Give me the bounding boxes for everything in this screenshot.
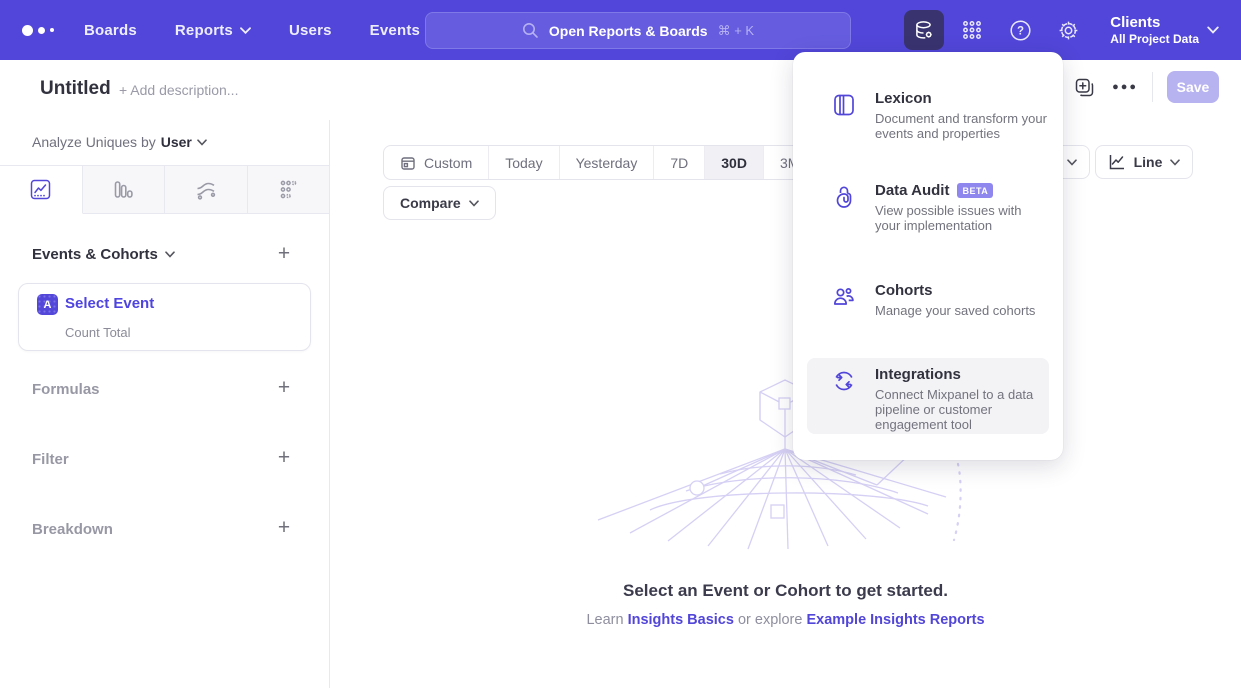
chevron-down-icon [1067,159,1077,166]
database-gear-icon [913,19,936,42]
count-type-selector[interactable]: Count Total [65,325,131,340]
chevron-down-icon [469,200,479,207]
search-shortcut: ⌘ + K [718,23,755,39]
chart-type-tabs [0,165,329,214]
search-placeholder: Open Reports & Boards [549,23,708,39]
grid-dots-icon [961,19,983,41]
date-range-yesterday[interactable]: Yesterday [560,146,655,179]
date-range-custom[interactable]: Custom [384,146,489,179]
analyze-selector: Analyze Uniques by User [32,134,207,150]
add-formula-button[interactable]: + [275,379,293,397]
search-icon [522,22,539,39]
date-range-7d[interactable]: 7D [654,146,705,179]
tab-bar-chart[interactable] [83,166,166,213]
nav-events[interactable]: Events [370,22,420,39]
line-chart-icon [1108,153,1126,171]
mixpanel-app: Boards Reports Users Events Open Reports… [0,0,1241,688]
bar-chart-icon [112,178,135,201]
help-icon: ? [1009,19,1032,42]
nav-users[interactable]: Users [289,22,332,39]
events-cohorts-header[interactable]: Events & Cohorts [32,246,175,263]
date-range-today[interactable]: Today [489,146,559,179]
dots-grid-icon [277,178,300,201]
event-card[interactable]: A Select Event Count Total [18,283,311,351]
svg-text:?: ? [1017,25,1024,37]
formulas-label: Formulas [32,381,100,398]
date-range-30d[interactable]: 30D [705,146,764,179]
menu-item-lexicon[interactable]: Lexicon Document and transform your even… [807,82,1049,172]
tab-line-chart[interactable] [0,166,83,214]
compare-button[interactable]: Compare [383,186,496,220]
report-title[interactable]: Untitled [40,78,111,100]
duplicate-report-button[interactable] [1070,73,1098,101]
chevron-down-icon [240,27,251,34]
chevron-down-icon [165,251,175,258]
copy-plus-icon [1074,77,1095,98]
analyze-value-dropdown[interactable]: User [161,134,207,150]
insights-basics-link[interactable]: Insights Basics [628,612,734,628]
data-management-button[interactable] [904,10,944,50]
example-insights-reports-link[interactable]: Example Insights Reports [806,612,984,628]
cohorts-people-icon [831,282,857,344]
top-nav: Boards Reports Users Events Open Reports… [0,0,1241,60]
search-input[interactable]: Open Reports & Boards ⌘ + K [425,12,851,49]
project-name: All Project Data [1110,32,1199,47]
menu-item-data-audit[interactable]: Data Audit BETA View possible issues wit… [807,174,1049,266]
data-management-menu: Lexicon Document and transform your even… [793,52,1063,460]
mixpanel-logo[interactable] [22,25,68,36]
integrations-sync-icon [831,366,857,434]
stacked-flow-icon [194,178,218,202]
add-breakdown-button[interactable]: + [275,519,293,537]
menu-item-integrations[interactable]: Integrations Connect Mixpanel to a data … [807,358,1049,434]
chevron-down-icon [1207,26,1219,34]
add-description-field[interactable]: + Add description... [119,82,238,98]
analyze-label: Analyze Uniques by [32,134,156,150]
add-event-button[interactable]: + [275,245,293,263]
line-chart-icon [29,178,52,201]
settings-button[interactable] [1048,10,1088,50]
report-canvas: Custom Today Yesterday 7D 30D 3M 6M Comp… [330,120,1241,688]
filter-label: Filter [32,451,69,468]
event-letter-badge: A [37,294,58,315]
divider [1152,72,1153,102]
nav-boards[interactable]: Boards [84,22,137,39]
chevron-down-icon [197,139,207,146]
chart-style-dropdown[interactable]: Line [1095,145,1193,179]
tab-stacked-chart[interactable] [165,166,248,213]
breakdown-label: Breakdown [32,521,113,538]
empty-state-subtitle: Learn Insights Basics or explore Example… [330,612,1241,628]
empty-state-title: Select an Event or Cohort to get started… [330,581,1241,601]
add-filter-button[interactable]: + [275,449,293,467]
calendar-icon [400,155,416,171]
apps-grid-button[interactable] [952,10,992,50]
lexicon-book-icon [831,90,857,172]
data-audit-icon [831,182,857,266]
chevron-down-icon [1170,159,1180,166]
org-name: Clients [1110,14,1199,32]
select-event-button[interactable]: Select Event [65,295,154,312]
beta-badge: BETA [957,183,993,198]
query-sidebar: Analyze Uniques by User [0,120,330,688]
save-button[interactable]: Save [1167,71,1219,103]
gear-icon [1057,19,1080,42]
menu-item-cohorts[interactable]: Cohorts Manage your saved cohorts [807,274,1049,344]
more-options-button[interactable]: ●●● [1112,81,1138,93]
project-selector[interactable]: Clients All Project Data [1110,14,1199,47]
help-button[interactable]: ? [1000,10,1040,50]
nav-reports[interactable]: Reports [175,22,251,39]
tab-metric-chart[interactable] [248,166,330,213]
